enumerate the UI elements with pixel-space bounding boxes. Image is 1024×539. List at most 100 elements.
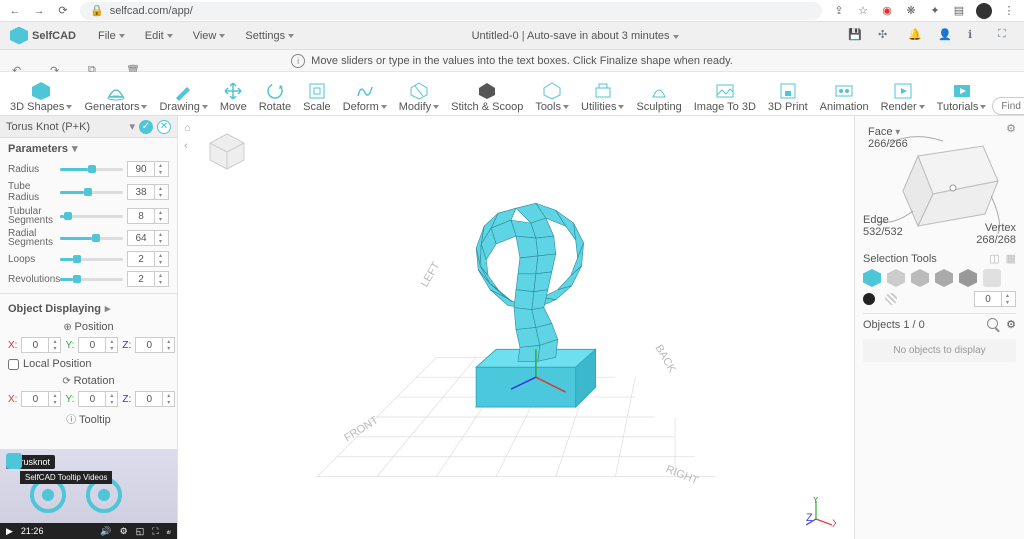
avatar-icon[interactable] [976,3,992,19]
reload-icon[interactable]: ⟳ [56,4,70,18]
spin-revolutions[interactable]: ▴▾ [127,271,169,287]
find-tool-input[interactable] [992,97,1024,115]
sel-face[interactable] [887,269,905,287]
apply-button[interactable]: ✓ [139,120,153,134]
app-logo[interactable]: SelfCAD [10,27,76,45]
spin-tubular-segments[interactable]: ▴▾ [127,208,169,224]
tool-3d-shapes[interactable]: 3D Shapes [4,72,78,115]
slider-radial-segments[interactable] [60,237,123,240]
vimeo-icon[interactable]: 𝓋 [167,526,171,537]
sel-poly[interactable] [959,269,977,287]
menu-edit[interactable]: Edit [137,27,181,45]
menu-settings[interactable]: Settings [237,27,302,45]
panel-title: Torus Knot (P+K) [6,121,125,133]
tool-tutorials[interactable]: Tutorials [931,72,993,115]
objects-search-icon[interactable] [987,318,998,329]
cancel-button[interactable]: ✕ [157,120,171,134]
svg-text:Z: Z [806,512,813,524]
tool-ribbon: 3D Shapes Generators Drawing Move Rotate… [0,72,1024,116]
fullscreen-icon[interactable]: ⛶ [998,28,1014,44]
slider-revolutions[interactable] [60,278,123,281]
share-project-icon[interactable]: ✣ [878,28,894,44]
tool-move[interactable]: Move [214,72,253,115]
fullscreen-video-icon[interactable]: ⛶ [152,526,158,537]
puzzle-icon[interactable]: ✦ [928,4,942,18]
spin-radial-segments[interactable]: ▴▾ [127,230,169,246]
pos-z[interactable]: ▴▾ [135,337,175,353]
color-black[interactable] [863,293,875,305]
tool-render[interactable]: Render [875,72,931,115]
browser-chrome: ← → ⟳ 🔒 selfcad.com/app/ ⇪ ☆ ◉ ❋ ✦ ▤ ⋮ [0,0,1024,22]
axes-gizmo[interactable]: XYZ [806,497,836,527]
dropdown-icon[interactable]: ▾ [129,120,135,133]
param-loops: Loops▴▾ [0,249,177,269]
slider-loops[interactable] [60,258,123,261]
slider-radius[interactable] [60,168,123,171]
tooltip-label: ⓘ Tooltip [0,409,177,428]
volume-icon[interactable]: 🔊 [100,526,111,537]
objects-settings-icon[interactable]: ⚙ [1006,318,1016,331]
bookmark-list-icon[interactable]: ▤ [952,4,966,18]
url-bar[interactable]: 🔒 selfcad.com/app/ [80,2,822,20]
tool-animation[interactable]: Animation [814,72,875,115]
pos-y[interactable]: ▴▾ [78,337,118,353]
save-icon[interactable]: 💾 [848,28,864,44]
tool-drawing[interactable]: Drawing [153,72,213,115]
rot-x[interactable]: ▴▾ [21,391,61,407]
tool-modify[interactable]: Modify [393,72,445,115]
share-icon[interactable]: ⇪ [832,4,846,18]
tool-utilities[interactable]: Utilities [575,72,630,115]
pos-x[interactable]: ▴▾ [21,337,61,353]
help-icon[interactable]: ℹ [968,28,984,44]
object-displaying-header[interactable]: Object Displaying ▸ [0,298,177,319]
menu-view[interactable]: View [185,27,234,45]
hint-text: Move sliders or type in the values into … [311,55,733,67]
document-title: Untitled-0 | Auto-save in about 3 minute… [306,30,844,42]
notification-icon[interactable]: 🔔 [908,28,924,44]
sel-icon-1[interactable]: ◫ [989,252,999,265]
tool-rotate[interactable]: Rotate [253,72,297,115]
mesh-stats-cube[interactable]: Face ▾266/266 Edge532/532 Vertex268/268 [863,126,1016,246]
rotation-xyz: X:▴▾ Y:▴▾ Z:▴▾ [0,389,177,409]
sel-icon-2[interactable]: ▦ [1006,252,1016,265]
tool-3d-print[interactable]: 3D Print [762,72,814,115]
back-icon[interactable]: ← [8,4,22,18]
sel-edge[interactable] [911,269,929,287]
color-wire[interactable] [885,293,897,305]
star-icon[interactable]: ☆ [856,4,870,18]
viewport[interactable]: ⌂ ‹ LEFT BACK FRONT RIGHT [178,116,854,539]
selection-mode-row [863,269,1016,287]
tool-stitch-scoop[interactable]: Stitch & Scoop [445,72,529,115]
slider-tubular-segments[interactable] [60,215,123,218]
menu-file[interactable]: File [90,27,133,45]
ext-icon[interactable]: ◉ [880,4,894,18]
tool-deform[interactable]: Deform [337,72,393,115]
user-icon[interactable]: 👤 [938,28,954,44]
tool-sculpting[interactable]: Sculpting [630,72,687,115]
spin-loops[interactable]: ▴▾ [127,251,169,267]
rot-y[interactable]: ▴▾ [78,391,118,407]
sel-vertex[interactable] [935,269,953,287]
video-preview[interactable]: Torusknot SelfCAD Tooltip Videos ▶ 21:26… [0,449,177,539]
no-objects-message: No objects to display [863,339,1016,362]
lock-icon: 🔒 [90,4,104,17]
forward-icon[interactable]: → [32,4,46,18]
ext-icon-2[interactable]: ❋ [904,4,918,18]
settings-gear-icon[interactable]: ⚙ [120,526,128,537]
sel-count[interactable]: ▴▾ [974,291,1016,307]
local-position-check[interactable]: Local Position [0,355,177,373]
spin-radius[interactable]: ▴▾ [127,161,169,177]
sel-brush[interactable] [983,269,1001,287]
parameters-header[interactable]: Parameters ▾ [0,138,177,159]
tool-image-to-3d[interactable]: Image To 3D [688,72,762,115]
rot-z[interactable]: ▴▾ [135,391,175,407]
sel-object[interactable] [863,269,881,287]
tool-scale[interactable]: Scale [297,72,337,115]
spin-tube-radius[interactable]: ▴▾ [127,184,169,200]
tool-tools[interactable]: Tools [529,72,575,115]
menu-dots-icon[interactable]: ⋮ [1002,4,1016,18]
play-icon[interactable]: ▶ [6,526,13,537]
pip-icon[interactable]: ◱ [136,526,145,537]
tool-generators[interactable]: Generators [78,72,153,115]
slider-tube-radius[interactable] [60,191,123,194]
